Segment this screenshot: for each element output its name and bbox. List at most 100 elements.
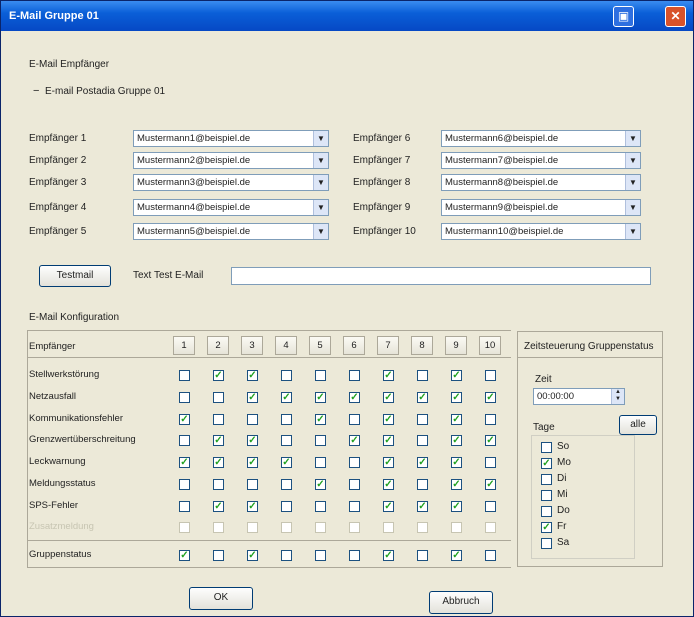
notify-checkbox[interactable]: ✓ [485,479,496,490]
day-checkbox[interactable] [541,442,552,453]
notify-checkbox[interactable]: ✓ [247,370,258,381]
notify-checkbox[interactable]: ✓ [247,435,258,446]
notify-checkbox[interactable] [179,501,190,512]
notify-checkbox[interactable]: ✓ [281,392,292,403]
recipient-select[interactable]: Mustermann4@beispiel.de ▼ [133,199,329,216]
notify-checkbox[interactable] [417,550,428,561]
notify-checkbox[interactable] [485,501,496,512]
notify-checkbox[interactable]: ✓ [247,501,258,512]
notify-checkbox[interactable]: ✓ [179,457,190,468]
recipient-select[interactable]: Mustermann5@beispiel.de ▼ [133,223,329,240]
notify-checkbox[interactable]: ✓ [247,392,258,403]
notify-checkbox[interactable]: ✓ [451,435,462,446]
notify-checkbox[interactable] [315,370,326,381]
title-bar[interactable]: E-Mail Gruppe 01 ▣ ✕ [1,1,693,31]
notify-checkbox[interactable]: ✓ [247,550,258,561]
chevron-down-icon[interactable]: ▼ [313,200,328,215]
spinner-arrows-icon[interactable]: ▲ ▼ [611,389,624,404]
chevron-down-icon[interactable]: ▼ [625,153,640,168]
chevron-down-icon[interactable]: ▼ [313,153,328,168]
notify-checkbox[interactable]: ✓ [383,392,394,403]
notify-checkbox[interactable]: ✓ [213,435,224,446]
chevron-down-icon[interactable]: ▼ [313,175,328,190]
notify-checkbox[interactable]: ✓ [383,550,394,561]
notify-checkbox[interactable] [213,479,224,490]
chevron-down-icon[interactable]: ▼ [625,175,640,190]
notify-checkbox[interactable]: ✓ [315,479,326,490]
day-checkbox[interactable]: ✓ [541,458,552,469]
notify-checkbox[interactable]: ✓ [247,457,258,468]
recipient-select[interactable]: Mustermann7@beispiel.de ▼ [441,152,641,169]
notify-checkbox[interactable]: ✓ [213,370,224,381]
select-all-days-button[interactable]: alle [619,415,657,435]
notify-checkbox[interactable]: ✓ [383,414,394,425]
notify-checkbox[interactable]: ✓ [417,392,428,403]
recipient-select[interactable]: Mustermann8@beispiel.de ▼ [441,174,641,191]
notify-checkbox[interactable] [349,550,360,561]
notify-checkbox[interactable] [179,370,190,381]
notify-checkbox[interactable]: ✓ [281,457,292,468]
notify-checkbox[interactable] [315,435,326,446]
notify-checkbox[interactable] [281,501,292,512]
recipient-select[interactable]: Mustermann9@beispiel.de ▼ [441,199,641,216]
notify-checkbox[interactable] [179,435,190,446]
notify-checkbox[interactable] [349,414,360,425]
notify-checkbox[interactable]: ✓ [315,414,326,425]
notify-checkbox[interactable]: ✓ [451,392,462,403]
notify-checkbox[interactable] [485,457,496,468]
day-checkbox[interactable] [541,490,552,501]
ok-button[interactable]: OK [189,587,253,610]
chevron-down-icon[interactable]: ▼ [625,224,640,239]
notify-checkbox[interactable] [349,501,360,512]
chevron-down-icon[interactable]: ▼ [313,224,328,239]
notify-checkbox[interactable] [417,414,428,425]
notify-checkbox[interactable]: ✓ [383,501,394,512]
notify-checkbox[interactable] [349,479,360,490]
notify-checkbox[interactable]: ✓ [383,435,394,446]
notify-checkbox[interactable] [213,414,224,425]
notify-checkbox[interactable]: ✓ [451,550,462,561]
window-close-icon[interactable]: ✕ [665,6,686,27]
window-help-icon[interactable]: ▣ [613,6,634,27]
notify-checkbox[interactable] [485,370,496,381]
notify-checkbox[interactable]: ✓ [383,370,394,381]
notify-checkbox[interactable]: ✓ [417,457,428,468]
notify-checkbox[interactable]: ✓ [315,392,326,403]
notify-checkbox[interactable] [349,370,360,381]
notify-checkbox[interactable] [281,414,292,425]
notify-checkbox[interactable]: ✓ [349,392,360,403]
notify-checkbox[interactable]: ✓ [383,479,394,490]
notify-checkbox[interactable]: ✓ [451,479,462,490]
notify-checkbox[interactable] [281,479,292,490]
notify-checkbox[interactable]: ✓ [349,435,360,446]
notify-checkbox[interactable] [315,501,326,512]
notify-checkbox[interactable]: ✓ [417,501,428,512]
day-checkbox[interactable] [541,474,552,485]
notify-checkbox[interactable] [349,457,360,468]
time-spinner[interactable]: 00:00:00 ▲ ▼ [533,388,625,405]
notify-checkbox[interactable] [485,414,496,425]
recipient-select[interactable]: Mustermann1@beispiel.de ▼ [133,130,329,147]
notify-checkbox[interactable] [281,550,292,561]
notify-checkbox[interactable] [315,550,326,561]
test-mail-text-input[interactable] [231,267,651,285]
recipient-select[interactable]: Mustermann3@beispiel.de ▼ [133,174,329,191]
notify-checkbox[interactable] [281,370,292,381]
notify-checkbox[interactable]: ✓ [179,414,190,425]
day-checkbox[interactable] [541,506,552,517]
notify-checkbox[interactable] [417,479,428,490]
notify-checkbox[interactable]: ✓ [451,370,462,381]
notify-checkbox[interactable]: ✓ [213,501,224,512]
testmail-button[interactable]: Testmail [39,265,111,287]
cancel-button[interactable]: Abbruch [429,591,493,614]
recipient-select[interactable]: Mustermann2@beispiel.de ▼ [133,152,329,169]
notify-checkbox[interactable]: ✓ [451,501,462,512]
notify-checkbox[interactable] [213,550,224,561]
day-checkbox[interactable]: ✓ [541,522,552,533]
notify-checkbox[interactable] [315,457,326,468]
notify-checkbox[interactable]: ✓ [485,392,496,403]
notify-checkbox[interactable]: ✓ [451,457,462,468]
notify-checkbox[interactable]: ✓ [213,457,224,468]
notify-checkbox[interactable] [247,479,258,490]
notify-checkbox[interactable]: ✓ [485,435,496,446]
